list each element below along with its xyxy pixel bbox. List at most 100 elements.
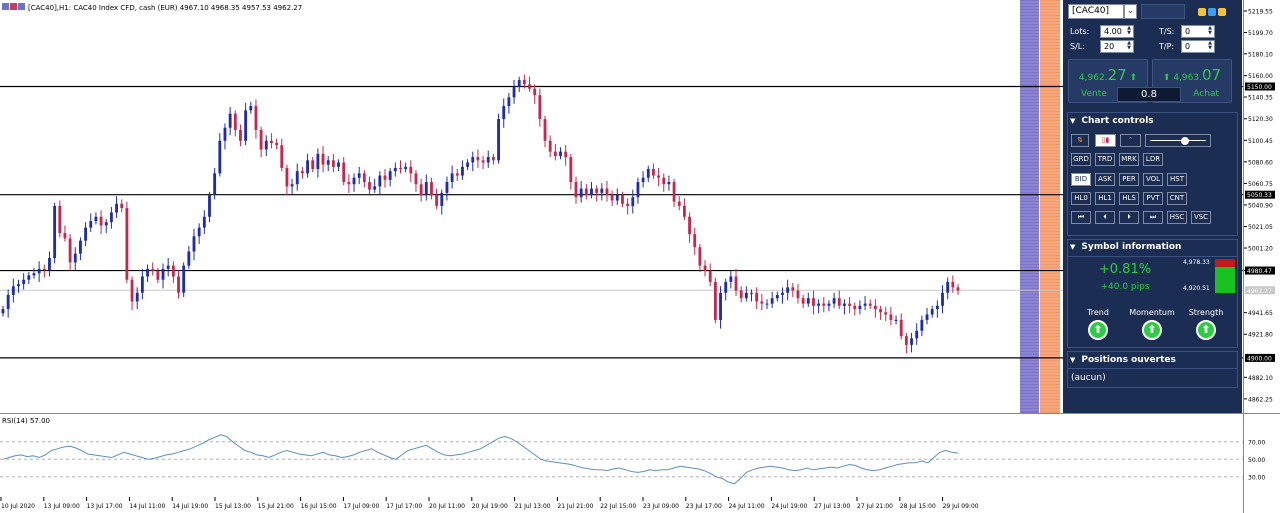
- candle-body: [920, 319, 924, 331]
- chart-icon-3[interactable]: [18, 3, 25, 10]
- change-percent: +0.81%: [1098, 262, 1152, 277]
- ts-value: 0: [1185, 27, 1191, 36]
- candle-body: [522, 79, 526, 85]
- ts-label: T/S:: [1159, 27, 1175, 36]
- candle-body: [182, 265, 186, 293]
- candle-body: [331, 160, 335, 167]
- x-tick-label: 15 Jul 13:00: [215, 503, 251, 510]
- tp-input[interactable]: 0 ▲ ▼: [1181, 40, 1215, 53]
- sort-icon[interactable]: ⇅: [1071, 134, 1089, 147]
- candle-body: [491, 157, 495, 161]
- chart-icon-1[interactable]: [2, 3, 9, 10]
- candle-body: [724, 281, 728, 293]
- control-button-⏵[interactable]: ⏵: [1119, 211, 1139, 224]
- tp-stepper-icon[interactable]: ▲ ▼: [1207, 41, 1213, 52]
- sl-input[interactable]: 20 ▲ ▼: [1100, 40, 1134, 53]
- candle-body: [956, 287, 960, 291]
- candle-body: [285, 167, 289, 187]
- zoom-slider[interactable]: [1145, 134, 1211, 147]
- control-button-cnt[interactable]: CNT: [1167, 192, 1187, 205]
- ts-stepper-icon[interactable]: ▲ ▼: [1207, 26, 1213, 37]
- candle-body: [404, 166, 408, 170]
- x-tick-label: 14 Jul 19:00: [172, 503, 208, 510]
- control-button-⏴[interactable]: ⏴: [1095, 211, 1115, 224]
- candle-body: [569, 157, 573, 183]
- candle-body: [239, 129, 242, 141]
- candle-body: [171, 265, 175, 277]
- positions-title: Positions ouvertes: [1081, 355, 1176, 365]
- candle-body: [244, 110, 248, 141]
- settings-icon[interactable]: [1208, 7, 1216, 16]
- control-button-hl0[interactable]: HL0: [1071, 192, 1091, 205]
- candle-body: [135, 292, 139, 302]
- candle-body: [481, 160, 485, 163]
- lots-input[interactable]: 4.00 ▲ ▼: [1100, 25, 1134, 38]
- candle-body: [688, 216, 691, 235]
- candle-body: [641, 177, 645, 183]
- candles-icon[interactable]: ▯▮: [1095, 134, 1116, 147]
- candle-body: [166, 265, 170, 269]
- symbol-select[interactable]: [CAC40]: [1068, 4, 1124, 19]
- y-tick-label: 5180.10: [1248, 51, 1273, 58]
- ts-input[interactable]: 0 ▲ ▼: [1181, 25, 1215, 38]
- control-button-pvt[interactable]: PVT: [1143, 192, 1163, 205]
- control-button-bid[interactable]: BID: [1071, 173, 1091, 186]
- x-tick-label: 17 Jul 17:00: [386, 503, 422, 510]
- candle-body: [543, 119, 547, 141]
- candle-body: [744, 292, 748, 299]
- control-button-hls[interactable]: HLS: [1119, 192, 1139, 205]
- minimize-icon[interactable]: [1218, 7, 1226, 16]
- change-pips: +40.0 pips: [1100, 282, 1150, 292]
- candle-body: [708, 271, 712, 282]
- control-button-hst[interactable]: HST: [1167, 173, 1187, 186]
- control-button-hsc[interactable]: HSC: [1167, 211, 1187, 224]
- candle-body: [765, 303, 769, 305]
- control-button-ask[interactable]: ASK: [1095, 173, 1115, 186]
- chart-controls-header[interactable]: ▼ Chart controls: [1068, 114, 1238, 128]
- positions-value: (aucun): [1071, 373, 1106, 383]
- control-button-grd[interactable]: GRD: [1071, 153, 1091, 166]
- control-button-vol[interactable]: VOL: [1143, 173, 1163, 186]
- control-button-vsc[interactable]: VSC: [1191, 211, 1211, 224]
- control-button-⏮[interactable]: ⏮: [1071, 211, 1091, 224]
- symbol-spare-field[interactable]: [1141, 4, 1185, 19]
- control-button-hl1[interactable]: HL1: [1095, 192, 1115, 205]
- candle-body: [837, 298, 841, 306]
- candle-body: [192, 236, 196, 252]
- candle-body: [657, 175, 661, 178]
- candle-body: [863, 303, 867, 306]
- copy-icon[interactable]: [1198, 7, 1206, 16]
- control-button-trd[interactable]: TRD: [1095, 153, 1115, 166]
- y-tick-label: 5160.00: [1248, 73, 1273, 80]
- lots-stepper-icon[interactable]: ▲ ▼: [1126, 26, 1132, 37]
- candle-body: [368, 182, 371, 190]
- candle-body: [11, 286, 15, 295]
- symbol-dropdown-icon[interactable]: ⌄: [1124, 4, 1137, 19]
- candle-body: [734, 276, 738, 291]
- candle-body: [347, 182, 351, 185]
- line-icon[interactable]: ⌃: [1120, 134, 1141, 147]
- candle-body: [84, 227, 88, 241]
- chart-icon-2[interactable]: [10, 3, 17, 10]
- symbol-info-header[interactable]: ▼ Symbol information: [1068, 240, 1238, 254]
- control-button-per[interactable]: PER: [1119, 173, 1139, 186]
- candle-body: [507, 97, 511, 107]
- candle-body: [662, 177, 666, 185]
- candle-body: [729, 276, 733, 282]
- sl-value: 20: [1104, 42, 1115, 51]
- up-arrow-icon: ⬆: [1162, 73, 1171, 83]
- control-button-mrk[interactable]: MRK: [1119, 153, 1139, 166]
- trading-terminal: [CAC40],H1: CAC40 Index CFD, cash (EUR) …: [0, 0, 1280, 513]
- sl-stepper-icon[interactable]: ▲ ▼: [1126, 41, 1132, 52]
- zoom-slider-thumb[interactable]: [1181, 137, 1189, 145]
- control-button-ldr[interactable]: LDR: [1143, 153, 1163, 166]
- candle-body: [548, 140, 552, 152]
- candle-body: [590, 188, 593, 196]
- control-button-⏭[interactable]: ⏭: [1143, 211, 1163, 224]
- candle-body: [352, 177, 356, 185]
- candle-body: [424, 182, 428, 196]
- x-tick-label: 21 Jul 21:00: [557, 503, 593, 510]
- candle-body: [471, 157, 475, 163]
- candle-body: [894, 319, 898, 321]
- positions-header[interactable]: ▼ Positions ouvertes: [1068, 353, 1238, 367]
